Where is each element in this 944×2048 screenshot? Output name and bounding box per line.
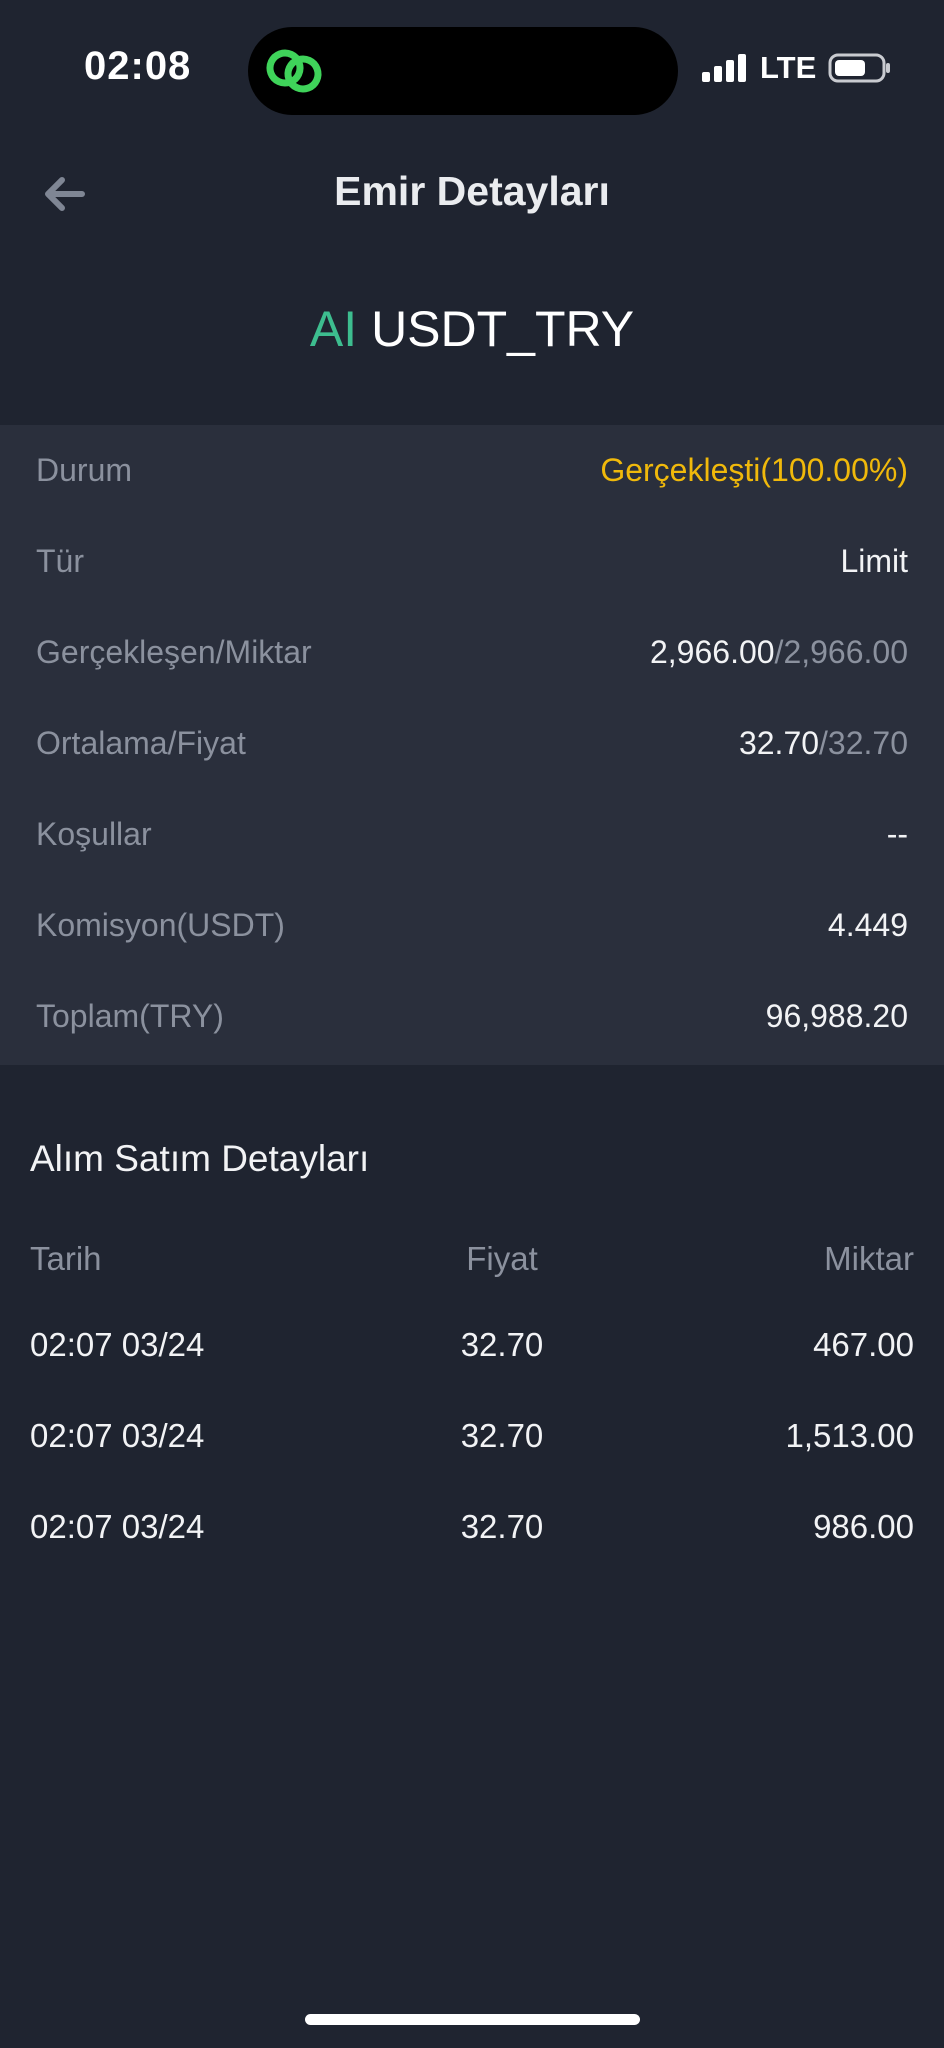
detail-label: Toplam(TRY) bbox=[36, 998, 224, 1034]
detail-value: Limit bbox=[840, 543, 908, 579]
trades-table-header: Tarih Fiyat Miktar bbox=[30, 1228, 914, 1288]
detail-label: Durum bbox=[36, 452, 133, 488]
detail-value: 32.70/32.70 bbox=[739, 725, 908, 762]
trades-section-title: Alım Satım Detayları bbox=[30, 1138, 370, 1179]
trade-price: 32.70 bbox=[460, 1508, 544, 1545]
detail-label: Ortalama/Fiyat bbox=[36, 725, 246, 761]
column-header-quantity: Miktar bbox=[824, 1240, 914, 1277]
detail-row-type: Tür Limit bbox=[36, 516, 908, 607]
column-header-date: Tarih bbox=[30, 1240, 102, 1277]
detail-label: Koşullar bbox=[36, 816, 152, 852]
detail-label: Tür bbox=[36, 543, 84, 579]
table-row: 02:07 03/24 32.70 467.00 bbox=[30, 1314, 914, 1374]
page-title: Emir Detayları bbox=[334, 168, 610, 214]
status-bar: 02:08 LTE bbox=[0, 0, 944, 140]
detail-row-commission: Komisyon(USDT) 4.449 bbox=[36, 880, 908, 971]
detail-value: 96,988.20 bbox=[765, 998, 908, 1034]
detail-row-average-price: Ortalama/Fiyat 32.70/32.70 bbox=[36, 698, 908, 789]
filled-value: 2,966.00 bbox=[649, 634, 775, 670]
status-value: Gerçekleşti(100.00%) bbox=[600, 452, 908, 488]
trade-date: 02:07 03/24 bbox=[30, 1326, 205, 1363]
status-time: 02:08 bbox=[84, 44, 192, 88]
table-row: 02:07 03/24 32.70 1,513.00 bbox=[30, 1405, 914, 1465]
status-indicators: LTE bbox=[700, 50, 892, 86]
detail-label: Komisyon(USDT) bbox=[36, 907, 285, 943]
battery-icon bbox=[828, 53, 891, 83]
dynamic-island bbox=[248, 27, 678, 115]
trade-quantity: 467.00 bbox=[813, 1326, 914, 1363]
pair-prefix: AI bbox=[309, 301, 358, 357]
detail-row-conditions: Koşullar -- bbox=[36, 789, 908, 880]
detail-label: Gerçekleşen/Miktar bbox=[36, 634, 312, 670]
trade-price: 32.70 bbox=[460, 1326, 544, 1363]
link-icon bbox=[266, 49, 322, 93]
home-indicator[interactable] bbox=[305, 2014, 640, 2025]
average-value: 32.70 bbox=[738, 725, 820, 761]
detail-row-total: Toplam(TRY) 96,988.20 bbox=[36, 971, 908, 1062]
trade-date: 02:07 03/24 bbox=[30, 1508, 205, 1545]
trade-quantity: 1,513.00 bbox=[785, 1417, 914, 1454]
detail-row-status: Durum Gerçekleşti(100.00%) bbox=[36, 425, 908, 516]
amount-value: /2,966.00 bbox=[774, 634, 908, 670]
detail-value: 2,966.00/2,966.00 bbox=[650, 634, 908, 671]
pair-title: AI USDT_TRY bbox=[0, 300, 944, 358]
detail-value: 4.449 bbox=[827, 907, 908, 943]
header: Emir Detayları bbox=[0, 140, 944, 250]
detail-row-filled-amount: Gerçekleşen/Miktar 2,966.00/2,966.00 bbox=[36, 607, 908, 698]
network-label: LTE bbox=[760, 50, 817, 85]
price-value: /32.70 bbox=[819, 725, 908, 761]
pair-symbol: USDT_TRY bbox=[371, 301, 635, 357]
trade-quantity: 986.00 bbox=[813, 1508, 914, 1545]
trade-price: 32.70 bbox=[460, 1417, 544, 1454]
order-details-panel: Durum Gerçekleşti(100.00%) Tür Limit Ger… bbox=[0, 425, 944, 1065]
detail-value: -- bbox=[886, 816, 908, 852]
cellular-signal-icon bbox=[702, 54, 746, 82]
column-header-price: Fiyat bbox=[466, 1240, 538, 1277]
trade-date: 02:07 03/24 bbox=[30, 1417, 205, 1454]
table-row: 02:07 03/24 32.70 986.00 bbox=[30, 1496, 914, 1556]
